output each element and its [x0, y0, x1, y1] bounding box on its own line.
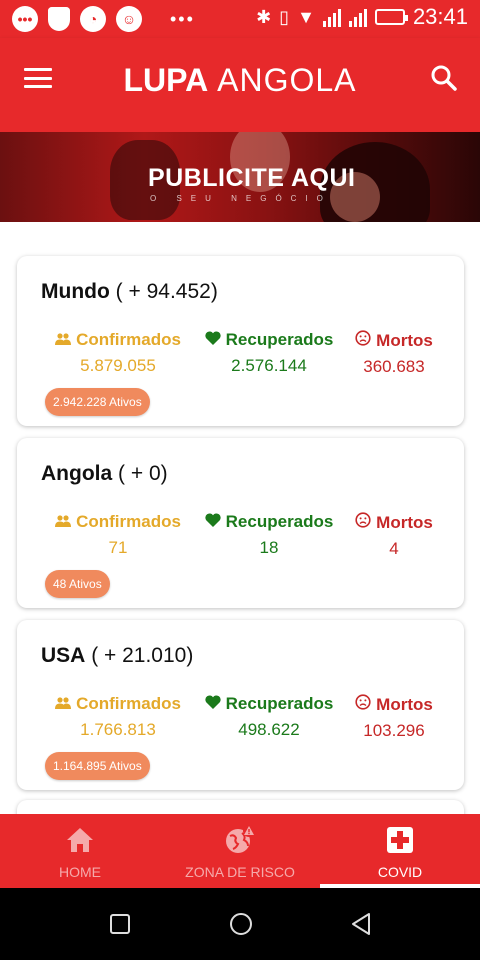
home-circle-icon[interactable]	[230, 913, 252, 935]
more-notifications-icon: •••	[170, 8, 195, 29]
system-navigation-bar	[0, 888, 480, 960]
globe-alert-icon	[224, 824, 256, 856]
confirmed-label: Confirmados	[76, 512, 181, 531]
deaths-label: Mortos	[376, 330, 433, 350]
card-title: Mundo ( + 94.452)	[41, 280, 218, 304]
nav-home[interactable]: HOME	[0, 814, 160, 888]
recovered-stat: Recuperados 18	[205, 512, 333, 558]
region-name: Mundo	[41, 280, 110, 303]
signal-2-icon	[348, 7, 367, 27]
stats-card-next[interactable]	[17, 800, 464, 814]
recent-apps-icon[interactable]	[110, 914, 130, 934]
heart-icon	[205, 694, 221, 714]
vibrate-icon: ▯	[279, 6, 290, 27]
deaths-value: 4	[389, 539, 399, 558]
deaths-stat: Mortos 360.683	[353, 330, 435, 377]
deaths-label: Mortos	[376, 512, 433, 532]
recovered-value: 498.622	[238, 720, 300, 739]
confirmed-label: Confirmados	[76, 330, 181, 349]
confirmed-value: 71	[108, 538, 128, 557]
people-icon	[55, 694, 72, 714]
bluetooth-icon: ✱	[256, 6, 272, 27]
clock-time: 23:41	[412, 4, 468, 29]
active-cases-badge: 48 Ativos	[45, 570, 110, 598]
sad-face-icon	[355, 330, 371, 351]
region-delta: ( + 21.010)	[91, 644, 194, 667]
covid-stats-list[interactable]: Mundo ( + 94.452) Confirmados 5.879.055 …	[0, 222, 480, 814]
app-bar: LUPA ANGOLA	[0, 38, 480, 132]
sad-face-icon	[355, 512, 371, 533]
people-icon	[55, 512, 72, 532]
logo-thin: ANGOLA	[217, 62, 357, 98]
home-icon	[64, 824, 96, 856]
recovered-stat: Recuperados 498.622	[205, 694, 333, 740]
signal-1-icon	[322, 7, 341, 27]
deaths-value: 360.683	[363, 357, 425, 376]
confirmed-stat: Confirmados 1.766.813	[51, 694, 185, 740]
nav-home-label: HOME	[59, 864, 101, 880]
nav-covid[interactable]: COVID	[320, 814, 480, 888]
confirmed-stat: Confirmados 5.879.055	[51, 330, 185, 376]
region-name: Angola	[41, 462, 113, 485]
battery-icon	[374, 9, 408, 25]
bottom-navigation: HOME ZONA DE RISCO COVID	[0, 814, 480, 888]
heart-icon	[205, 512, 221, 532]
app-logo: LUPA ANGOLA	[0, 62, 480, 99]
active-cases-badge: 2.942.228 Ativos	[45, 388, 150, 416]
back-triangle-icon[interactable]	[350, 912, 372, 936]
confirmed-value: 5.879.055	[80, 356, 156, 375]
confirmed-label: Confirmados	[76, 694, 181, 713]
logo-bold: LUPA	[123, 62, 209, 98]
ad-banner[interactable]: PUBLICITE AQUI O SEU NEGÓCIO	[0, 132, 480, 222]
region-delta: ( + 0)	[118, 462, 168, 485]
stats-card-angola[interactable]: Angola ( + 0) Confirmados 71 Recuperados…	[17, 438, 464, 608]
deaths-stat: Mortos 4	[353, 512, 435, 559]
recovered-label: Recuperados	[225, 330, 334, 349]
card-title: USA ( + 21.010)	[41, 644, 193, 668]
shield-notification-icon	[48, 7, 70, 31]
confirmed-value: 1.766.813	[80, 720, 156, 739]
banner-title: PUBLICITE AQUI	[148, 164, 356, 192]
region-delta: ( + 94.452)	[115, 280, 218, 303]
active-cases-badge: 1.164.895 Ativos	[45, 752, 150, 780]
app-notification-icon: ☺	[116, 6, 142, 32]
heart-icon	[205, 330, 221, 350]
region-name: USA	[41, 644, 86, 667]
system-status-icons: ✱ ▯ ▼ 23:41	[256, 4, 468, 30]
search-icon[interactable]	[430, 64, 458, 92]
medical-cross-icon	[384, 824, 416, 856]
card-title: Angola ( + 0)	[41, 462, 168, 486]
deaths-label: Mortos	[376, 694, 433, 714]
recovered-label: Recuperados	[225, 512, 334, 531]
notification-icons: ••• ◔ ☺ •••	[12, 6, 195, 32]
recovered-stat: Recuperados 2.576.144	[205, 330, 333, 376]
deaths-value: 103.296	[363, 721, 425, 740]
chat-notification-icon: •••	[12, 6, 38, 32]
recovered-value: 18	[259, 538, 279, 557]
banner-subtitle: O SEU NEGÓCIO	[150, 194, 332, 203]
recovered-label: Recuperados	[225, 694, 334, 713]
confirmed-stat: Confirmados 71	[51, 512, 185, 558]
clock-notification-icon: ◔	[80, 6, 106, 32]
nav-risk-zone-label: ZONA DE RISCO	[185, 864, 295, 880]
nav-risk-zone[interactable]: ZONA DE RISCO	[160, 814, 320, 888]
status-bar: ••• ◔ ☺ ••• ✱ ▯ ▼ 23:41	[0, 0, 480, 38]
recovered-value: 2.576.144	[231, 356, 307, 375]
wifi-icon: ▼	[297, 6, 315, 27]
people-icon	[55, 330, 72, 350]
sad-face-icon	[355, 694, 371, 715]
stats-card-mundo[interactable]: Mundo ( + 94.452) Confirmados 5.879.055 …	[17, 256, 464, 426]
deaths-stat: Mortos 103.296	[353, 694, 435, 741]
nav-covid-label: COVID	[377, 864, 423, 880]
stats-card-usa[interactable]: USA ( + 21.010) Confirmados 1.766.813 Re…	[17, 620, 464, 790]
